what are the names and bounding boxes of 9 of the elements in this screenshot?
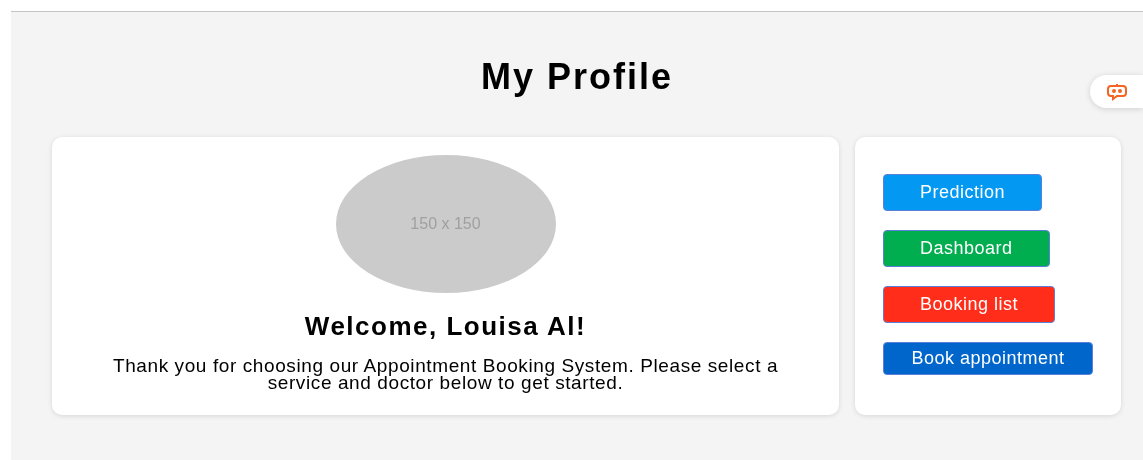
welcome-heading: Welcome, Louisa Al! — [304, 311, 587, 342]
action-button[interactable]: Dashboard — [883, 230, 1050, 267]
action-button[interactable]: Book appointment — [883, 342, 1093, 375]
chat-bot-icon — [1105, 81, 1128, 102]
action-button[interactable]: Prediction — [883, 174, 1043, 211]
action-button[interactable]: Booking list — [883, 286, 1056, 323]
page-title: My Profile — [480, 55, 673, 99]
welcome-message: Thank you for choosing our Appointment Booking System. Please select a service and doctor below to get started. — [111, 357, 780, 391]
chat-widget-button[interactable] — [1090, 75, 1143, 108]
